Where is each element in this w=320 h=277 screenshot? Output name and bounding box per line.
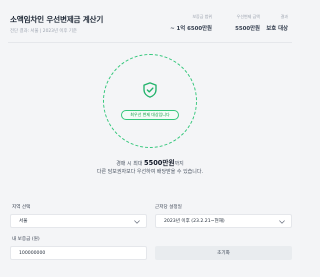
result-ring	[103, 54, 197, 148]
stat-deposit-range: 보증금 범위 ~ 1억 6500만원	[170, 14, 212, 32]
deposit-label: 내 보증금 (원)	[12, 237, 40, 242]
page-subtitle: 전단 결과: 서울 | 2023년 이후 기준	[10, 29, 77, 34]
region-value: 서울	[19, 219, 28, 224]
header-divider	[8, 42, 292, 43]
region-select[interactable]: 서울	[10, 214, 147, 228]
page-title: 소액임차인 우선변제금 계산기	[10, 15, 104, 24]
date-label: 근저당 설정일	[155, 205, 182, 210]
status-badge: 최우선 변제 대상입니다	[121, 110, 179, 120]
stat-label: 보증금 범위	[192, 14, 212, 19]
stat-label: 우선변제 금액	[236, 14, 260, 19]
stat-value: ~ 1억 6500만원	[170, 26, 212, 32]
result-prefix: 경매 시 최대	[116, 161, 143, 167]
stat-label: 결과	[280, 14, 288, 19]
region-label: 지역 선택	[12, 205, 31, 210]
shield-check-icon	[143, 82, 157, 98]
stat-value: 5500만원	[235, 26, 260, 32]
result-description: 다른 담보권자보다 우선하여 배당받을 수 있습니다.	[96, 169, 204, 175]
stat-value: 보호 대상	[266, 26, 288, 32]
date-value: 2023년 이후 (23.2.21~현재)	[164, 219, 225, 224]
deposit-input[interactable]: 100000000	[10, 246, 147, 260]
calculator-card: 소액임차인 우선변제금 계산기 전단 결과: 서울 | 2023년 이후 기준 …	[0, 0, 300, 277]
date-select[interactable]: 2023년 이후 (23.2.21~현재)	[155, 214, 292, 228]
reset-button[interactable]: 초기화	[155, 246, 292, 260]
result-summary: 경매 시 최대 5500만원까지	[0, 157, 300, 167]
result-suffix: 까지	[174, 161, 184, 167]
stat-result: 결과 보호 대상	[266, 14, 288, 32]
result-amount: 5500만원	[144, 159, 175, 167]
chevron-down-icon	[134, 219, 140, 224]
stat-priority-amount: 우선변제 금액 5500만원	[235, 14, 260, 32]
chevron-down-icon	[279, 219, 285, 224]
